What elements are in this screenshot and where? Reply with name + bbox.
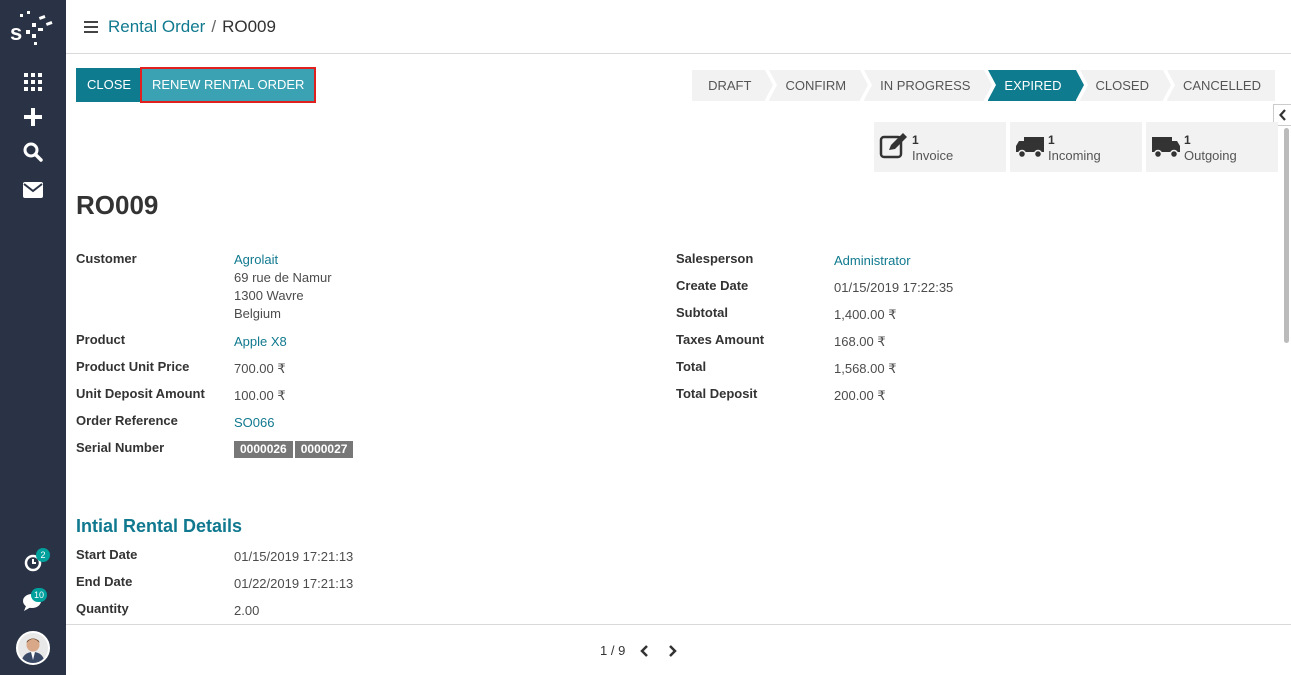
- scrollbar[interactable]: [1284, 128, 1289, 343]
- incoming-smart-button[interactable]: 1 Incoming: [1010, 122, 1142, 172]
- svg-text:s: s: [10, 20, 22, 45]
- total-label: Total: [676, 359, 707, 374]
- deposit-label: Unit Deposit Amount: [76, 386, 205, 401]
- unit-price-label: Product Unit Price: [76, 359, 190, 374]
- total-deposit-value: 200.00 ₹: [834, 388, 886, 403]
- app-sidebar: s 2 10: [0, 0, 66, 675]
- stage-in-progress[interactable]: IN PROGRESS: [864, 70, 993, 101]
- end-date-label: End Date: [76, 574, 133, 589]
- pager-previous-button[interactable]: [638, 643, 652, 659]
- taxes-label: Taxes Amount: [676, 332, 765, 347]
- menu-toggle-icon[interactable]: [84, 21, 98, 33]
- discuss-badge: 10: [31, 588, 48, 602]
- create-date-value: 01/15/2019 17:22:35: [834, 280, 954, 295]
- pager-bar: 1 / 9: [66, 624, 1291, 675]
- outgoing-count: 1: [1184, 133, 1191, 147]
- salesperson-link[interactable]: Administrator: [834, 253, 911, 268]
- total-value: 1,568.00 ₹: [834, 361, 897, 376]
- breadcrumb-separator: /: [211, 17, 217, 36]
- stage-draft[interactable]: DRAFT: [692, 70, 774, 101]
- product-link[interactable]: Apple X8: [234, 334, 287, 349]
- serial-number-tags: 0000026 0000027: [234, 441, 355, 458]
- quantity-label: Quantity: [76, 601, 129, 616]
- product-label: Product: [76, 332, 126, 347]
- subtotal-value: 1,400.00 ₹: [834, 307, 897, 322]
- edit-icon: [879, 132, 909, 160]
- chevron-right-icon: [669, 645, 677, 657]
- serial-tag[interactable]: 0000027: [294, 441, 354, 458]
- customer-address-line: 69 rue de Namur: [234, 270, 332, 285]
- activity-badge: 2: [36, 548, 50, 562]
- record-title: RO009: [76, 190, 159, 220]
- clock-icon[interactable]: 2: [21, 548, 50, 574]
- quantity-value: 2.00: [234, 603, 260, 618]
- customer-link[interactable]: Agrolait: [234, 251, 332, 269]
- chevron-left-icon: [1278, 109, 1286, 121]
- close-button[interactable]: CLOSE: [76, 68, 143, 102]
- customer-address-line: 1300 Wavre: [234, 288, 304, 303]
- pager-next-button[interactable]: [665, 643, 679, 659]
- section-title: Intial Rental Details: [76, 516, 243, 536]
- status-bar: DRAFT CONFIRM IN PROGRESS EXPIRED CLOSED…: [688, 70, 1275, 101]
- unit-price-value: 700.00 ₹: [234, 361, 286, 376]
- truck-icon: [1151, 132, 1181, 160]
- breadcrumb: Rental Order / RO009: [108, 17, 276, 37]
- stage-closed[interactable]: CLOSED: [1079, 70, 1172, 101]
- serial-tag[interactable]: 0000026: [234, 441, 293, 458]
- control-panel-header: Rental Order / RO009: [66, 0, 1291, 54]
- invoice-label: Invoice: [912, 148, 954, 163]
- app-logo[interactable]: s: [10, 10, 56, 52]
- taxes-value: 168.00 ₹: [834, 334, 886, 349]
- outgoing-label: Outgoing: [1184, 148, 1237, 163]
- plus-icon[interactable]: [21, 105, 45, 129]
- chevron-left-icon: [640, 645, 648, 657]
- total-deposit-label: Total Deposit: [676, 386, 758, 401]
- invoice-smart-button[interactable]: 1 Invoice: [874, 122, 1006, 172]
- customer-address-line: Belgium: [234, 306, 281, 321]
- end-date-value: 01/22/2019 17:21:13: [234, 576, 354, 591]
- subtotal-label: Subtotal: [676, 305, 728, 320]
- salesperson-label: Salesperson: [676, 251, 754, 266]
- search-icon[interactable]: [21, 140, 45, 164]
- user-avatar[interactable]: [16, 631, 50, 665]
- pager-value[interactable]: 1 / 9: [600, 643, 625, 658]
- invoice-count: 1: [912, 133, 919, 147]
- incoming-count: 1: [1048, 133, 1055, 147]
- truck-icon: [1015, 132, 1045, 160]
- stage-expired[interactable]: EXPIRED: [988, 70, 1084, 101]
- stage-confirm[interactable]: CONFIRM: [769, 70, 868, 101]
- customer-label: Customer: [76, 251, 137, 266]
- chat-icon[interactable]: 10: [21, 588, 48, 614]
- mail-icon[interactable]: [21, 178, 45, 202]
- start-date-label: Start Date: [76, 547, 138, 562]
- breadcrumb-parent[interactable]: Rental Order: [108, 17, 205, 36]
- order-reference-label: Order Reference: [76, 413, 178, 428]
- breadcrumb-current: RO009: [222, 17, 276, 36]
- apps-icon[interactable]: [21, 70, 45, 94]
- customer-field: Agrolait 69 rue de Namur 1300 Wavre Belg…: [234, 251, 332, 323]
- serial-number-label: Serial Number: [76, 440, 165, 455]
- deposit-value: 100.00 ₹: [234, 388, 286, 403]
- create-date-label: Create Date: [676, 278, 749, 293]
- start-date-value: 01/15/2019 17:21:13: [234, 549, 354, 564]
- stage-cancelled[interactable]: CANCELLED: [1166, 70, 1275, 101]
- order-reference-link[interactable]: SO066: [234, 415, 274, 430]
- renew-rental-order-button[interactable]: RENEW RENTAL ORDER: [140, 67, 317, 103]
- outgoing-smart-button[interactable]: 1 Outgoing: [1146, 122, 1278, 172]
- incoming-label: Incoming: [1048, 148, 1101, 163]
